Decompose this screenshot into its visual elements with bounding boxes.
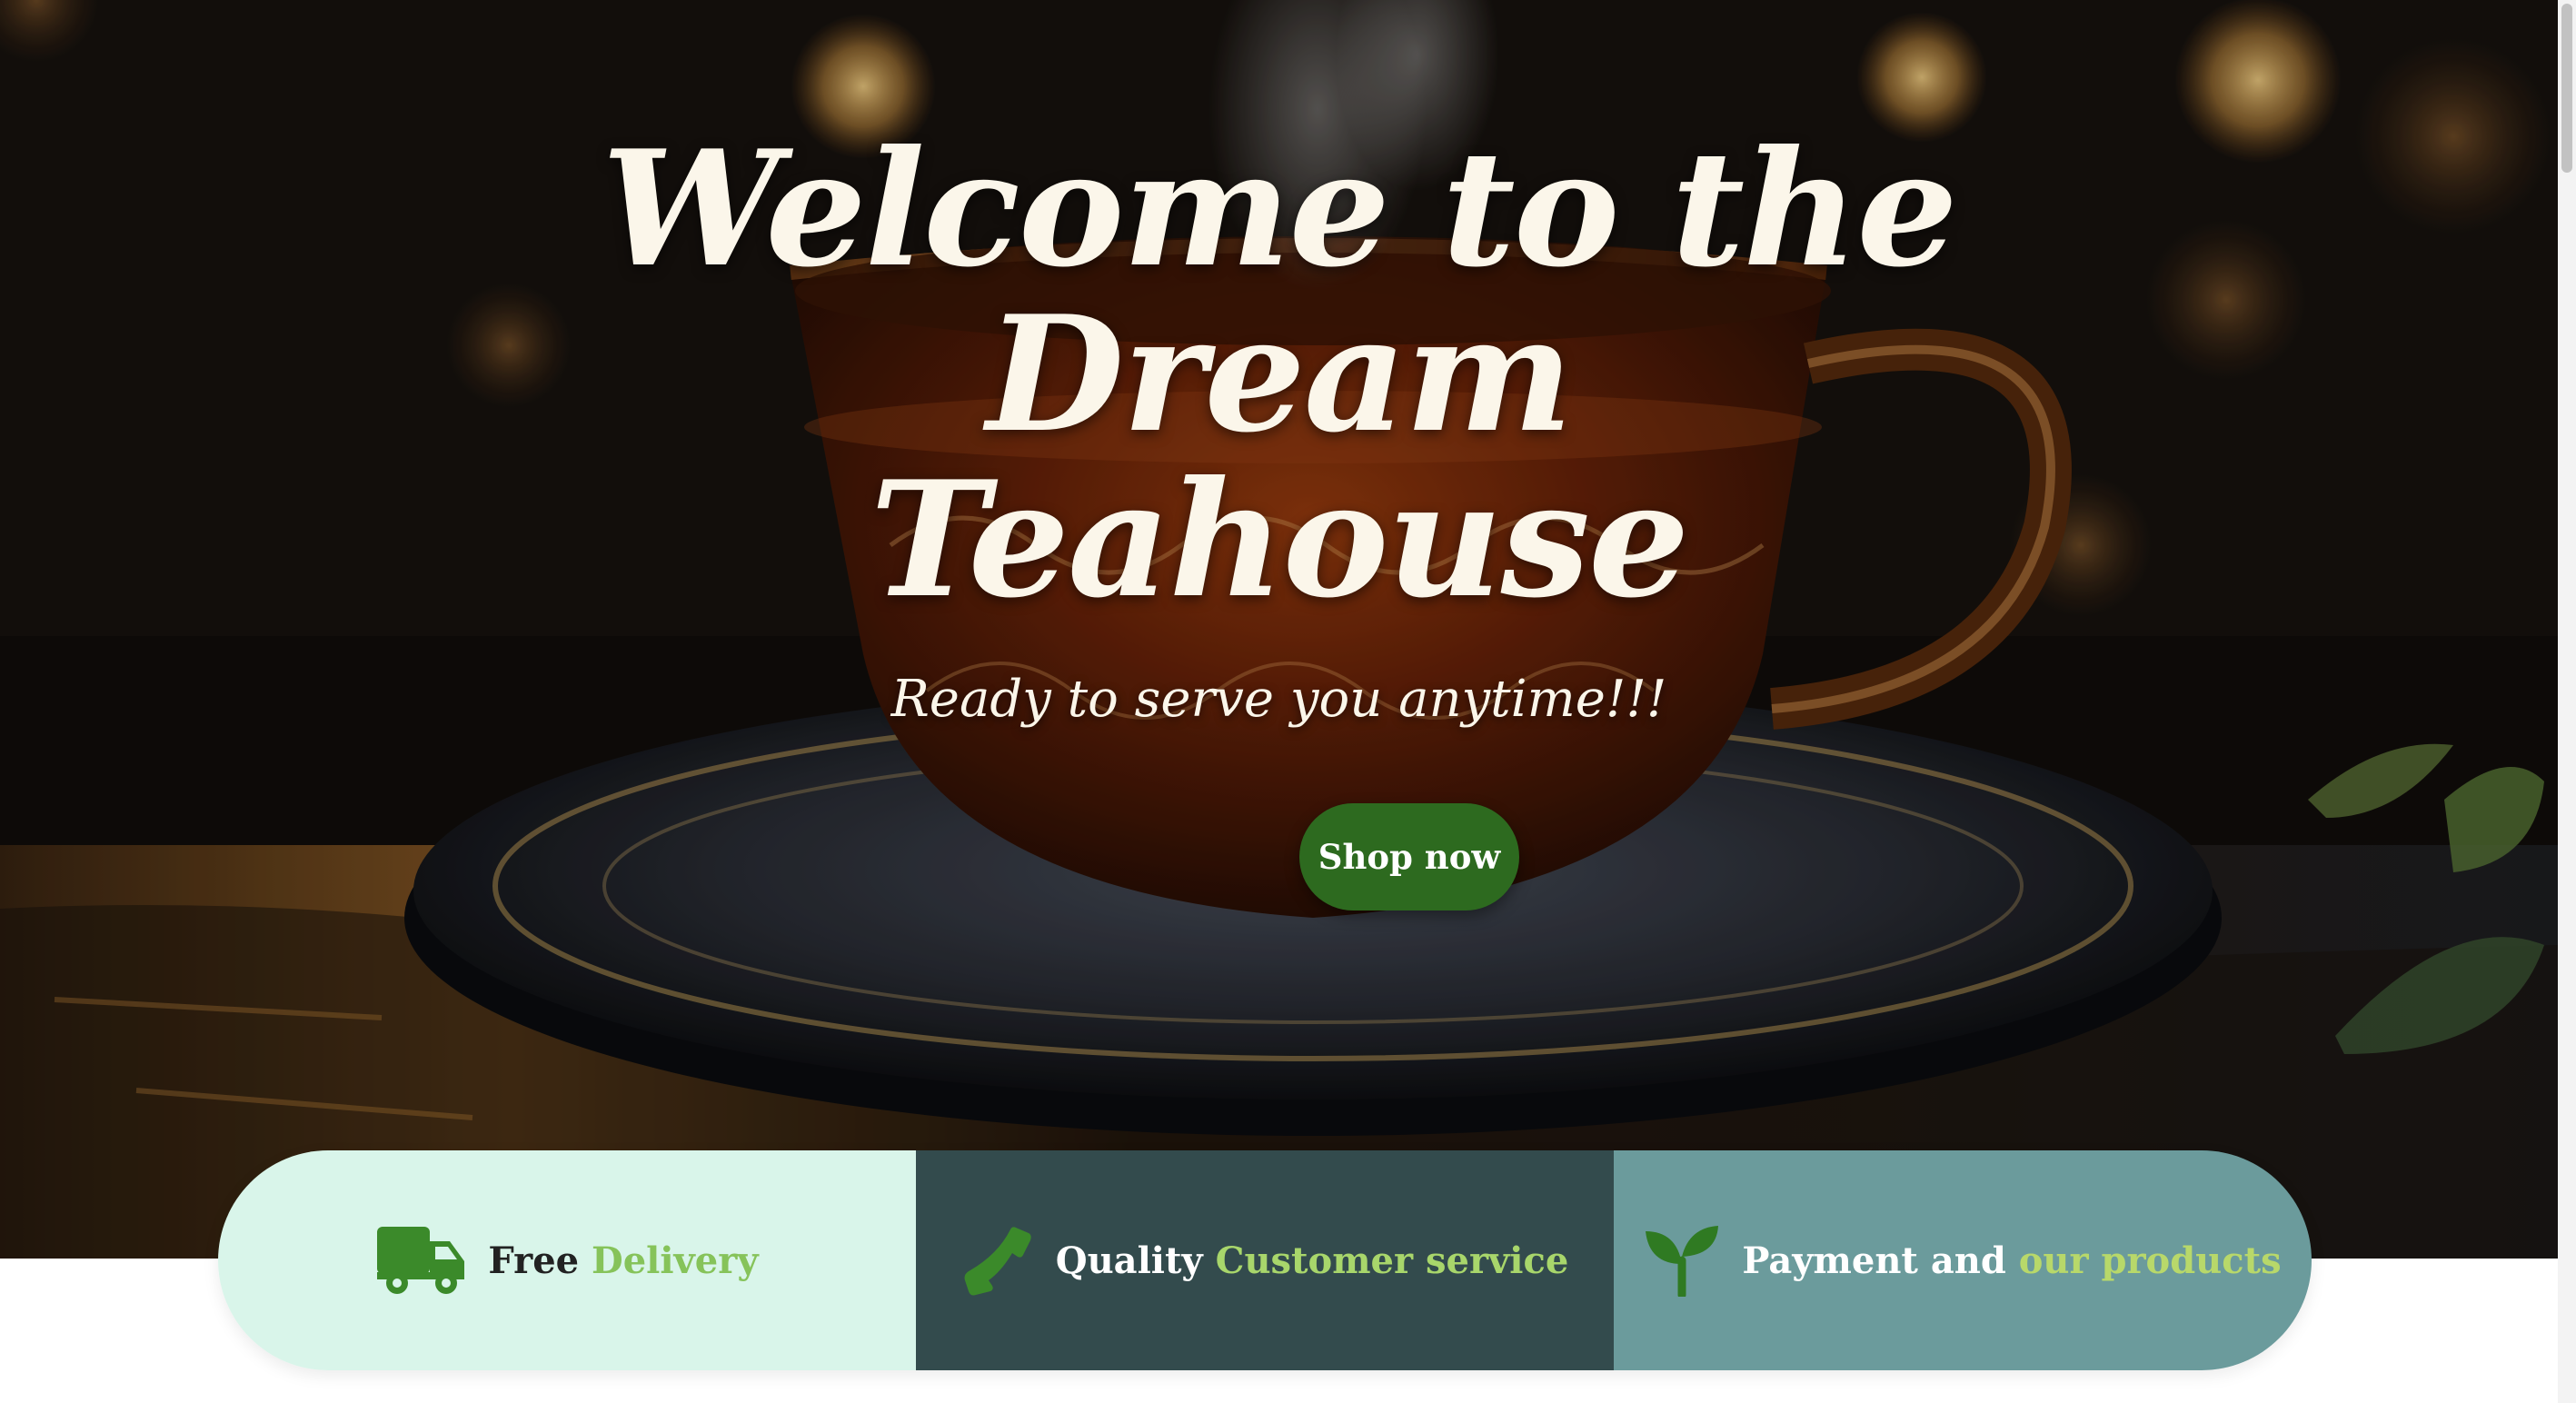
- feature-prefix: Free: [488, 1239, 580, 1282]
- feature-prefix: Payment and: [1742, 1239, 2006, 1282]
- headline-line-3: Teahouse: [870, 447, 1690, 633]
- hero-banner: Welcome to the Dream Teahouse Ready to s…: [0, 0, 2558, 1259]
- feature-accent: Delivery: [592, 1239, 759, 1282]
- delivery-truck-icon: [375, 1223, 466, 1298]
- feature-label: Quality Customer service: [1056, 1239, 1569, 1282]
- feature-prefix: Quality: [1055, 1239, 1203, 1282]
- features-bar: Free Delivery Quality Customer service P…: [218, 1150, 2312, 1370]
- page: Welcome to the Dream Teahouse Ready to s…: [0, 0, 2576, 1403]
- headline-line-1: Welcome to the: [602, 116, 1958, 303]
- sprout-icon: [1644, 1224, 1720, 1297]
- feature-label: Payment and our products: [1742, 1239, 2281, 1282]
- phone-icon: [961, 1224, 1034, 1297]
- scrollbar-thumb[interactable]: [2561, 4, 2572, 173]
- feature-accent: Customer service: [1215, 1239, 1569, 1282]
- feature-customer-service: Quality Customer service: [916, 1150, 1614, 1370]
- headline-line-2: Dream: [986, 282, 1574, 468]
- shop-now-button[interactable]: Shop now: [1299, 803, 1519, 910]
- hero-headline: Welcome to the Dream Teahouse: [0, 127, 2558, 623]
- page-scrollbar[interactable]: [2558, 0, 2576, 1403]
- hero-subline: Ready to serve you anytime!!!: [890, 670, 1667, 729]
- feature-free-delivery: Free Delivery: [218, 1150, 916, 1370]
- feature-payment-products: Payment and our products: [1614, 1150, 2312, 1370]
- feature-accent: our products: [2018, 1239, 2282, 1282]
- feature-label: Free Delivery: [488, 1239, 758, 1282]
